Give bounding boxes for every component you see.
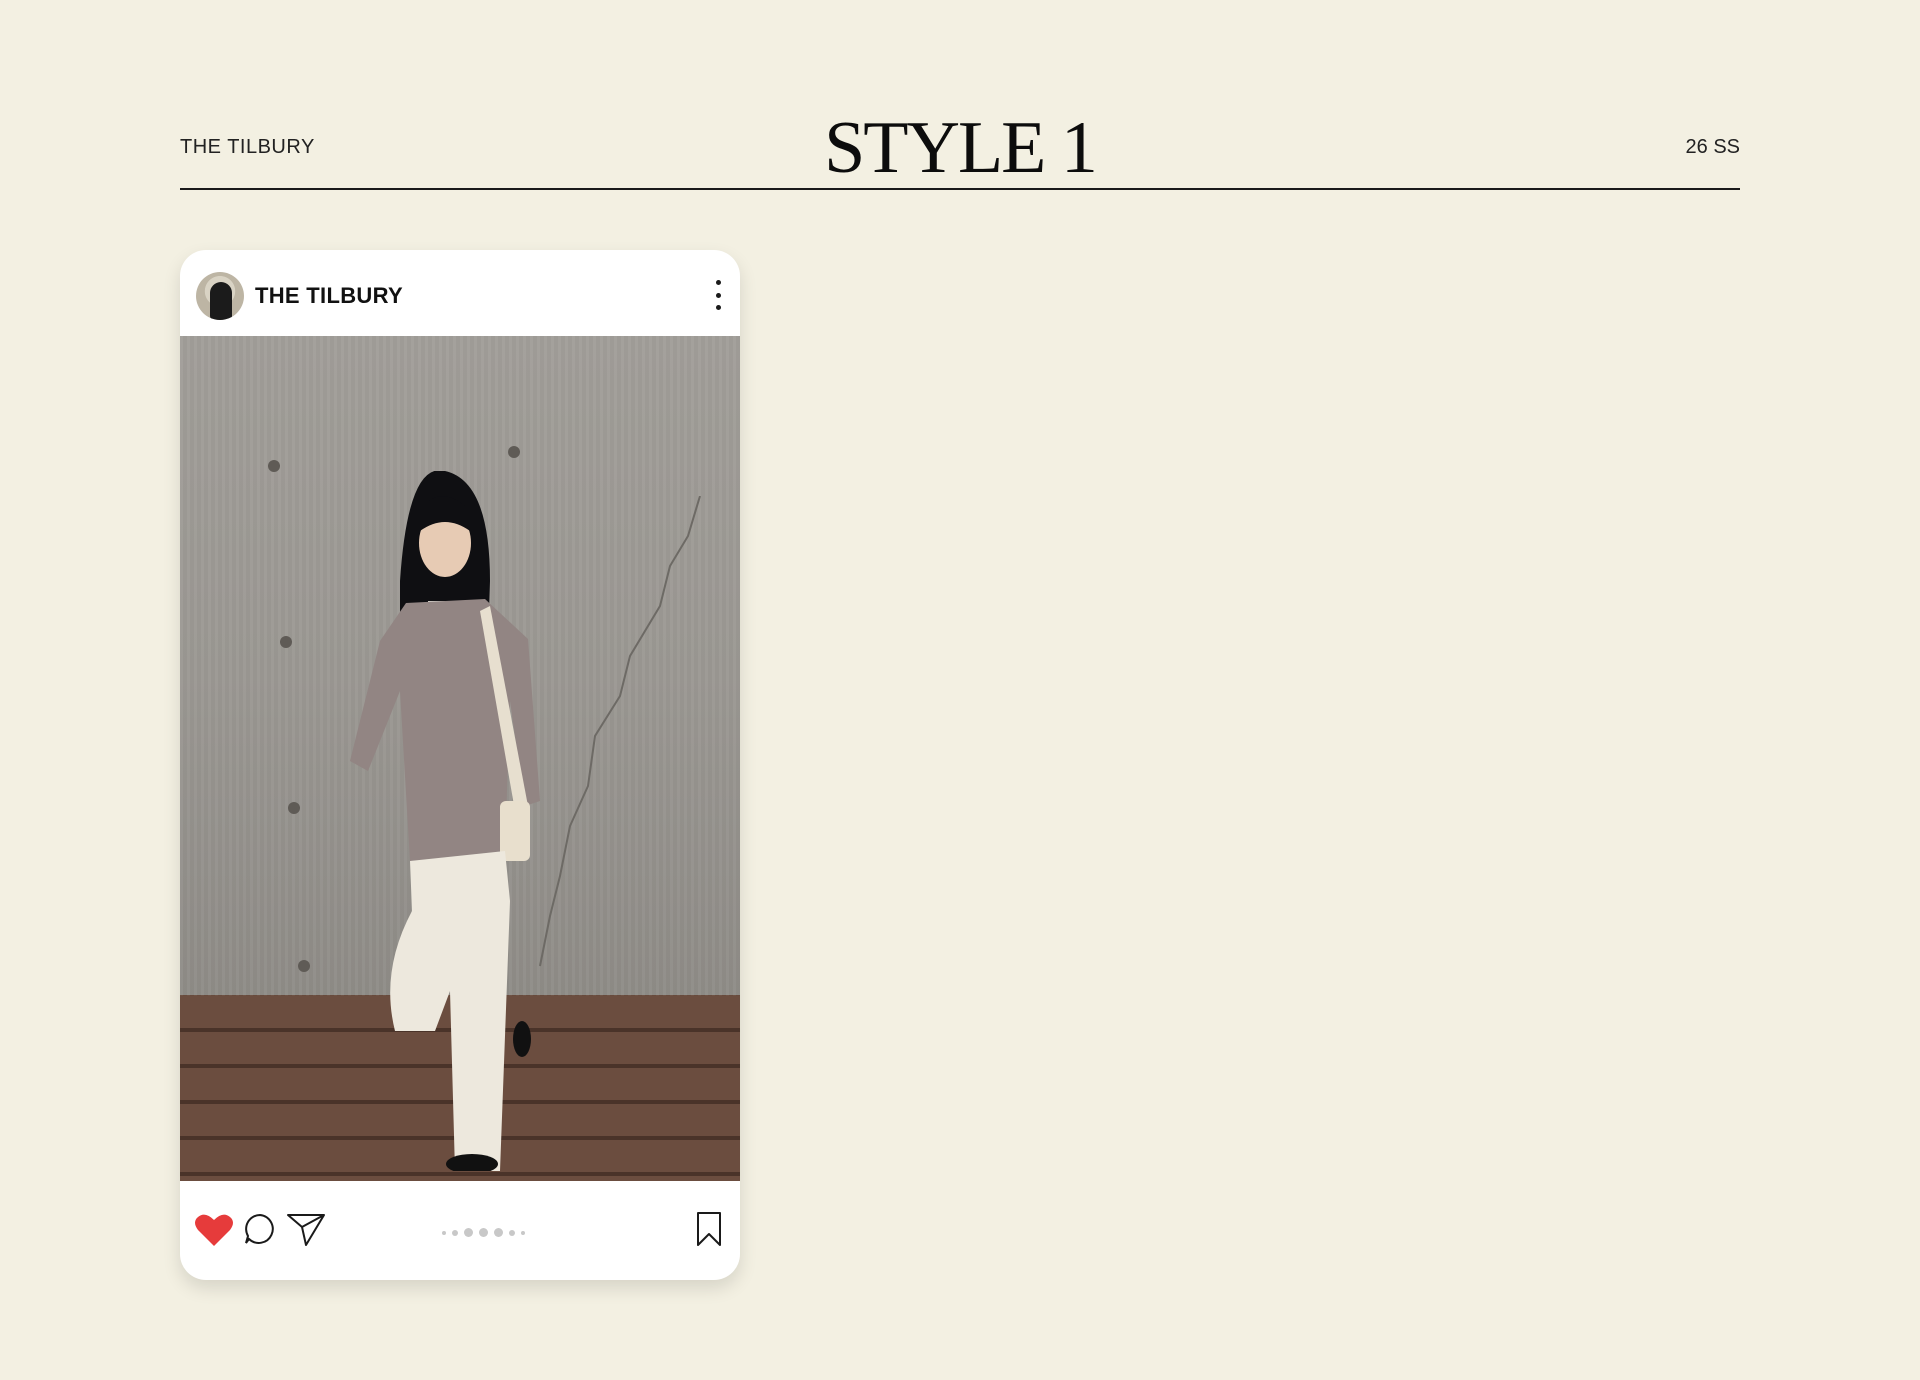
- season-label: 26 SS: [1685, 136, 1740, 158]
- avatar-figure: [210, 282, 232, 320]
- wall-hole: [298, 960, 310, 972]
- heart-icon[interactable]: [194, 1212, 234, 1248]
- post-header: THE TILBURY: [180, 250, 740, 336]
- post-actions: [180, 1181, 740, 1280]
- wall-hole: [508, 446, 520, 458]
- wall-hole: [268, 460, 280, 472]
- wall-hole: [280, 636, 292, 648]
- post-username[interactable]: THE TILBURY: [255, 283, 403, 309]
- wall-hole: [288, 802, 300, 814]
- comment-icon[interactable]: [243, 1212, 277, 1246]
- model-figure: [350, 471, 540, 1171]
- page-title: STYLE 1: [824, 107, 1098, 189]
- post-card: THE TILBURY: [180, 250, 740, 1280]
- header-divider: [180, 188, 1740, 190]
- post-photo[interactable]: [180, 336, 740, 1181]
- avatar[interactable]: [196, 272, 244, 320]
- page-header: THE TILBURY STYLE 1 26 SS: [180, 100, 1740, 190]
- carousel-indicator: [442, 1228, 525, 1237]
- send-icon[interactable]: [286, 1211, 326, 1247]
- more-options-icon[interactable]: [708, 280, 728, 310]
- bookmark-icon[interactable]: [696, 1211, 722, 1247]
